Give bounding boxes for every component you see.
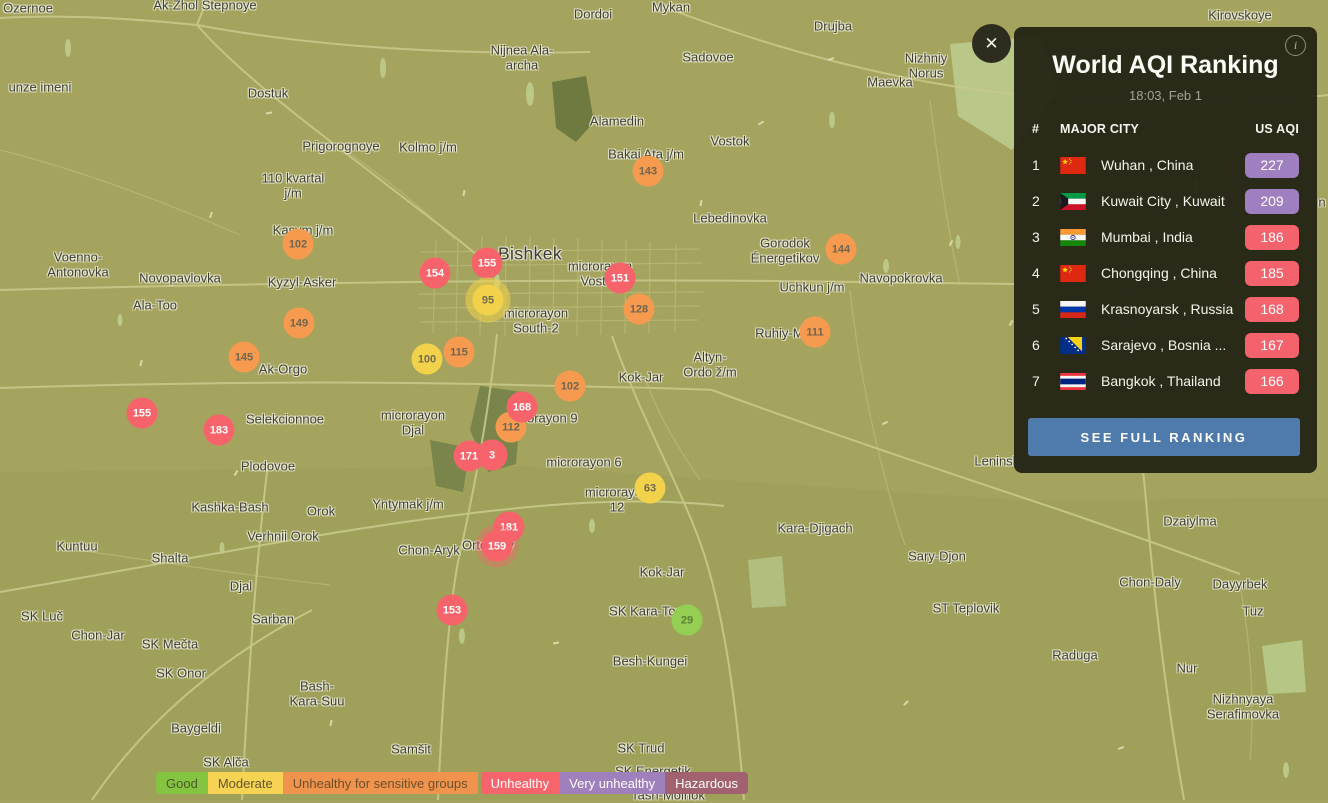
row-city: Kuwait City , Kuwait — [1101, 193, 1245, 209]
row-rank: 1 — [1032, 157, 1060, 173]
aqi-marker[interactable]: 168 — [507, 392, 538, 423]
aqi-badge: 185 — [1245, 261, 1299, 286]
row-rank: 4 — [1032, 265, 1060, 281]
close-icon: ✕ — [984, 34, 998, 54]
row-city: Bangkok , Thailand — [1101, 373, 1245, 389]
legend-item-good: Good — [156, 772, 208, 794]
aqi-marker[interactable]: 149 — [284, 308, 315, 339]
aqi-marker[interactable]: 155 — [127, 398, 158, 429]
aqi-marker[interactable]: 143 — [633, 156, 664, 187]
row-rank: 5 — [1032, 301, 1060, 317]
aqi-legend: GoodModerateUnhealthy for sensitive grou… — [156, 772, 748, 794]
ru-flag-icon — [1060, 301, 1086, 318]
ranking-row[interactable]: 1 Wuhan , China227 — [1032, 147, 1299, 183]
ranking-row[interactable]: 5 Krasnoyarsk , Russia168 — [1032, 291, 1299, 327]
aqi-badge: 186 — [1245, 225, 1299, 250]
aqi-marker[interactable]: 115 — [444, 337, 475, 368]
aqi-marker[interactable]: 155 — [472, 248, 503, 279]
row-rank: 3 — [1032, 229, 1060, 245]
aqi-marker[interactable]: 100 — [412, 344, 443, 375]
aqi-marker[interactable]: 102 — [283, 229, 314, 260]
row-city: Sarajevo , Bosnia ... — [1101, 337, 1245, 353]
row-city: Krasnoyarsk , Russia — [1101, 301, 1245, 317]
ranking-row[interactable]: 3 Mumbai , India186 — [1032, 219, 1299, 255]
row-city: Wuhan , China — [1101, 157, 1245, 173]
column-city: MAJOR CITY — [1060, 122, 1255, 136]
aqi-badge: 166 — [1245, 369, 1299, 394]
legend-item-moderate: Moderate — [208, 772, 283, 794]
panel-title: World AQI Ranking — [1014, 51, 1317, 80]
th-flag-icon — [1060, 373, 1086, 390]
ranking-row[interactable]: 7 Bangkok , Thailand166 — [1032, 363, 1299, 399]
ranking-row[interactable]: 4 Chongqing , China185 — [1032, 255, 1299, 291]
panel-timestamp: 18:03, Feb 1 — [1014, 88, 1317, 103]
column-aqi: US AQI — [1255, 122, 1299, 136]
in-flag-icon — [1060, 229, 1086, 246]
aqi-marker[interactable]: 151 — [605, 263, 636, 294]
close-panel-button[interactable]: ✕ — [972, 24, 1011, 63]
aqi-marker[interactable]: 159 — [482, 531, 513, 562]
row-city: Mumbai , India — [1101, 229, 1245, 245]
aqi-marker[interactable]: 144 — [826, 234, 857, 265]
cn-flag-icon — [1060, 265, 1086, 282]
aqi-marker[interactable]: 154 — [420, 258, 451, 289]
see-full-ranking-button[interactable]: SEE FULL RANKING — [1028, 418, 1300, 456]
legend-item-hazardous: Hazardous — [665, 772, 748, 794]
row-rank: 7 — [1032, 373, 1060, 389]
aqi-marker[interactable]: 95 — [473, 285, 504, 316]
legend-item-unhealthy-for-sensitive-groups: Unhealthy for sensitive groups — [283, 772, 478, 794]
aqi-marker[interactable]: 102 — [555, 371, 586, 402]
cn-flag-icon — [1060, 157, 1086, 174]
aqi-marker[interactable]: 153 — [437, 595, 468, 626]
aqi-marker[interactable]: 111 — [800, 317, 831, 348]
aqi-marker[interactable]: 128 — [624, 294, 655, 325]
legend-item-very-unhealthy: Very unhealthy — [559, 772, 665, 794]
ranking-row[interactable]: 6 Sarajevo , Bosnia ...167 — [1032, 327, 1299, 363]
ba-flag-icon — [1060, 337, 1086, 354]
aqi-badge: 168 — [1245, 297, 1299, 322]
ranking-row[interactable]: 2 Kuwait City , Kuwait209 — [1032, 183, 1299, 219]
aqi-marker[interactable]: 171 — [454, 441, 485, 472]
row-city: Chongqing , China — [1101, 265, 1245, 281]
aqi-marker[interactable]: 183 — [204, 415, 235, 446]
aqi-badge: 167 — [1245, 333, 1299, 358]
row-rank: 2 — [1032, 193, 1060, 209]
kw-flag-icon — [1060, 193, 1086, 210]
ranking-rows: 1 Wuhan , China227 2 Kuwait City , Kuwait20… — [1032, 147, 1299, 399]
column-rank: # — [1032, 122, 1060, 136]
aqi-marker[interactable]: 145 — [229, 342, 260, 373]
aqi-badge: 227 — [1245, 153, 1299, 178]
legend-item-unhealthy: Unhealthy — [481, 772, 560, 794]
world-aqi-ranking-panel: i World AQI Ranking 18:03, Feb 1 # MAJOR… — [1014, 27, 1317, 473]
aqi-marker[interactable]: 29 — [672, 605, 703, 636]
ranking-header: # MAJOR CITY US AQI — [1032, 122, 1299, 136]
aqi-badge: 209 — [1245, 189, 1299, 214]
aqi-marker[interactable]: 63 — [635, 473, 666, 504]
row-rank: 6 — [1032, 337, 1060, 353]
